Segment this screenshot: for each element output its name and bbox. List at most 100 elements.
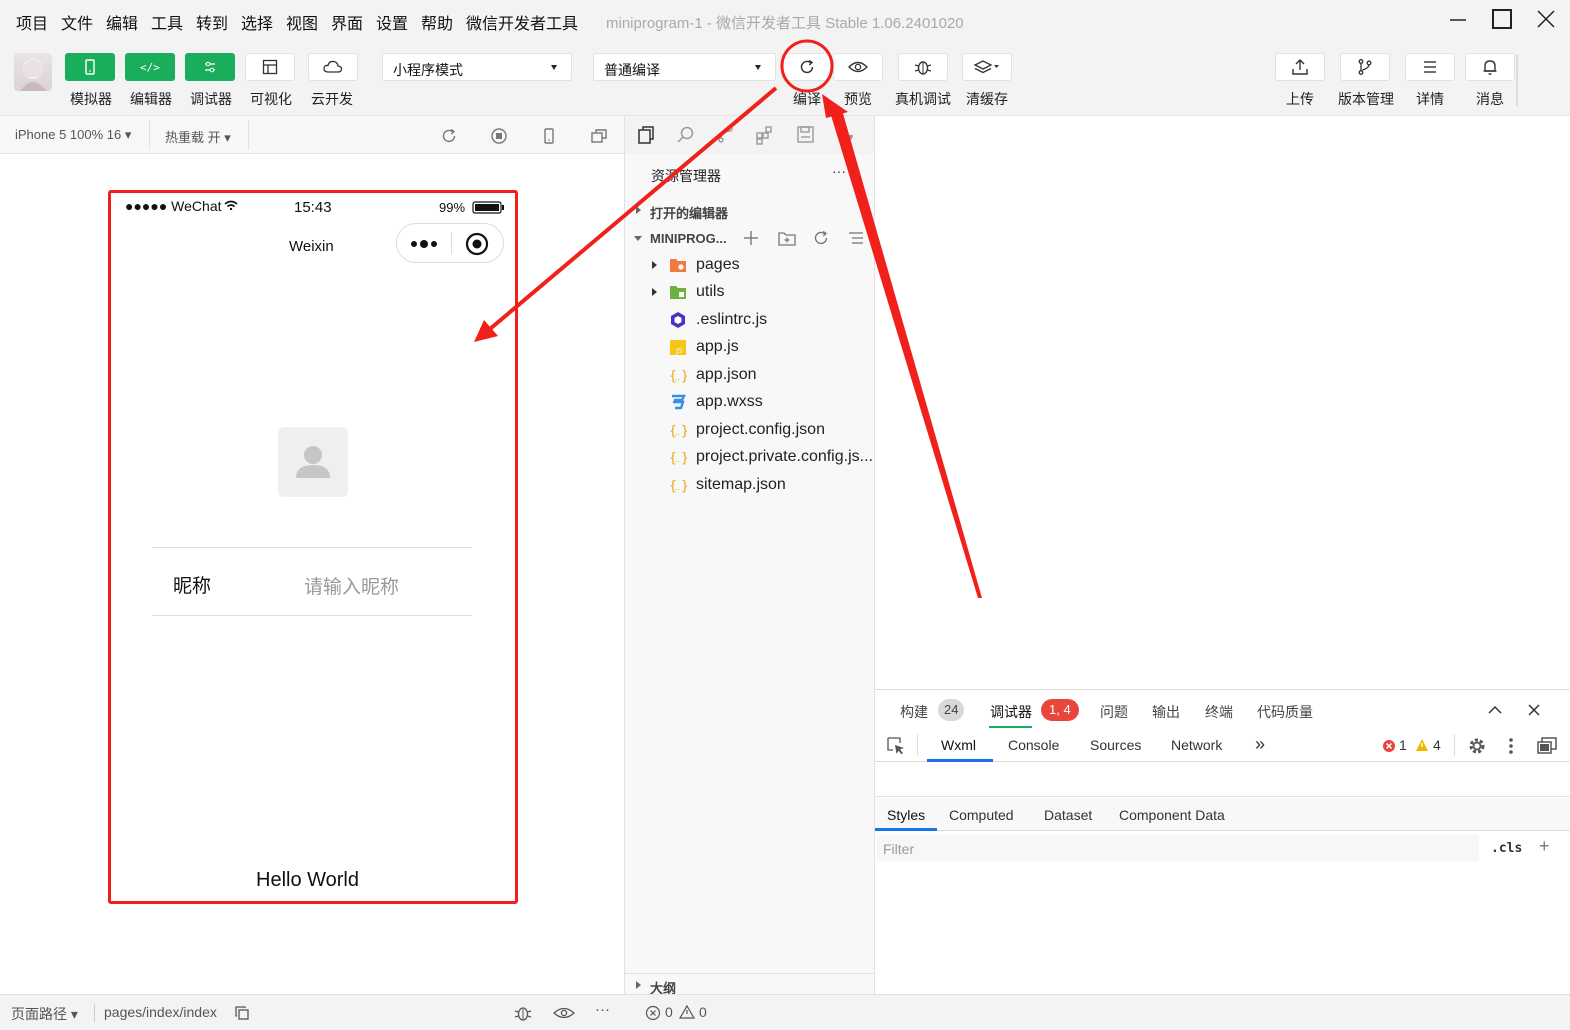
menu-item-tools[interactable]: 工具	[151, 10, 183, 34]
search-icon[interactable]	[676, 125, 696, 145]
phone-icon[interactable]	[540, 127, 558, 145]
file-tree-item-app-js[interactable]: JS app.js	[625, 334, 875, 361]
debugger-button[interactable]	[185, 53, 235, 81]
chevron-up-icon[interactable]	[1487, 703, 1503, 717]
file-tree-item-app-wxss[interactable]: app.wxss	[625, 389, 875, 416]
filter-placeholder: Filter	[883, 841, 915, 857]
outline-section[interactable]: 大纲	[625, 973, 874, 996]
menu-item-select[interactable]: 选择	[241, 10, 273, 34]
tab-console[interactable]: Console	[1008, 737, 1059, 753]
add-style-rule-button[interactable]: +	[1539, 836, 1550, 857]
more-options-button[interactable]: ···	[595, 1001, 610, 1018]
file-tree-item-app-json[interactable]: {}.. app.json	[625, 362, 875, 389]
avatar-placeholder[interactable]	[278, 427, 348, 497]
menu-item-view[interactable]: 视图	[286, 10, 318, 34]
tab-debugger[interactable]: 调试器	[990, 702, 1032, 722]
refresh-icon[interactable]	[440, 127, 458, 145]
tab-network[interactable]: Network	[1171, 737, 1222, 753]
collapse-all-icon[interactable]	[847, 229, 865, 247]
gear-icon[interactable]	[1467, 736, 1487, 756]
file-tree-item-utils[interactable]: utils	[625, 279, 875, 306]
bug-icon[interactable]	[513, 1004, 533, 1022]
compile-mode-select[interactable]: 普通编译	[593, 53, 776, 81]
cloud-button[interactable]	[308, 53, 358, 81]
new-folder-icon[interactable]	[777, 229, 797, 247]
refresh-icon[interactable]	[812, 229, 830, 247]
tab-issues[interactable]: 问题	[1100, 702, 1128, 722]
extensions-icon[interactable]	[755, 125, 775, 145]
tab-styles[interactable]: Styles	[887, 807, 925, 823]
eye-icon[interactable]	[553, 1005, 575, 1021]
copy-icon[interactable]	[234, 1005, 250, 1021]
messages-button[interactable]	[1465, 53, 1515, 81]
error-count[interactable]: 1	[1399, 737, 1407, 753]
tab-wxml[interactable]: Wxml	[941, 737, 976, 753]
tab-build[interactable]: 构建	[900, 702, 928, 722]
tab-computed[interactable]: Computed	[949, 807, 1014, 823]
file-tree-item-project-private-config[interactable]: {}.. project.private.config.js...	[625, 444, 875, 471]
nickname-input[interactable]: 请输入昵称	[304, 572, 399, 599]
tab-dataset[interactable]: Dataset	[1044, 807, 1092, 823]
compile-button[interactable]	[782, 53, 832, 81]
version-management-button[interactable]	[1340, 53, 1390, 81]
capsule-menu[interactable]	[396, 223, 504, 263]
editor-button[interactable]: </>	[125, 53, 175, 81]
menu-item-interface[interactable]: 界面	[331, 10, 363, 34]
more-dots-icon[interactable]	[409, 237, 441, 251]
source-control-icon[interactable]	[716, 125, 736, 145]
details-button[interactable]	[1405, 53, 1455, 81]
menu-item-settings[interactable]: 设置	[376, 10, 408, 34]
status-error-count[interactable]: 0	[665, 1004, 673, 1020]
file-tree-item-eslintrc[interactable]: .eslintrc.js	[625, 307, 875, 334]
clear-cache-button[interactable]	[962, 53, 1012, 81]
kebab-menu-icon[interactable]	[1507, 736, 1515, 756]
close-miniprogram-icon[interactable]	[465, 232, 489, 256]
popout-window-icon[interactable]	[590, 127, 608, 145]
user-icon	[296, 446, 330, 478]
file-tree-item-sitemap[interactable]: {}.. sitemap.json	[625, 472, 875, 499]
new-file-icon[interactable]	[742, 229, 760, 247]
menu-item-wechat-devtools[interactable]: 微信开发者工具	[466, 10, 578, 34]
menu-item-project[interactable]: 项目	[16, 10, 48, 34]
menu-item-help[interactable]: 帮助	[421, 10, 453, 34]
device-select[interactable]: iPhone 5 100% 16 ▾	[15, 127, 131, 143]
docker-icon[interactable]	[835, 125, 857, 145]
save-icon[interactable]	[796, 125, 816, 145]
tab-code-quality[interactable]: 代码质量	[1257, 702, 1313, 722]
file-tree-item-project-config[interactable]: {}.. project.config.json	[625, 417, 875, 444]
preview-button[interactable]	[833, 53, 883, 81]
inspect-element-icon[interactable]	[886, 736, 906, 756]
menu-item-file[interactable]: 文件	[61, 10, 93, 34]
menu-item-goto[interactable]: 转到	[196, 10, 228, 34]
visual-button[interactable]	[245, 53, 295, 81]
menu-bar: 项目 文件 编辑 工具 转到 选择 视图 界面 设置 帮助 微信开发者工具 mi…	[0, 0, 1570, 40]
project-section[interactable]: MINIPROG...	[625, 226, 874, 250]
tab-terminal[interactable]: 终端	[1205, 702, 1233, 722]
filter-input[interactable]: Filter	[877, 835, 1479, 861]
close-icon[interactable]	[1527, 703, 1541, 717]
menu-item-edit[interactable]: 编辑	[106, 10, 138, 34]
explorer-more-button[interactable]: ···	[832, 163, 846, 179]
file-tree-item-pages[interactable]: pages	[625, 252, 875, 279]
remote-debug-button[interactable]	[898, 53, 948, 81]
mode-select[interactable]: 小程序模式	[382, 53, 572, 81]
cls-toggle[interactable]: .cls	[1491, 841, 1522, 856]
simulator-button[interactable]	[65, 53, 115, 81]
close-window-button[interactable]	[1526, 6, 1566, 34]
avatar[interactable]	[14, 53, 52, 91]
status-warning-count[interactable]: 0	[699, 1004, 707, 1020]
files-icon[interactable]	[636, 125, 656, 145]
tab-component-data[interactable]: Component Data	[1119, 807, 1225, 823]
open-editors-section[interactable]: 打开的编辑器	[625, 198, 874, 222]
warning-count[interactable]: 4	[1433, 737, 1441, 753]
minimize-button[interactable]	[1438, 6, 1478, 34]
stop-icon[interactable]	[490, 127, 508, 145]
maximize-button[interactable]	[1482, 6, 1522, 34]
upload-button[interactable]	[1275, 53, 1325, 81]
page-path-select[interactable]: 页面路径 ▾	[11, 1004, 78, 1024]
more-tabs-button[interactable]: »	[1255, 734, 1265, 755]
hot-reload-toggle[interactable]: 热重载 开 ▾	[165, 127, 231, 146]
dock-side-icon[interactable]	[1536, 736, 1558, 756]
tab-sources[interactable]: Sources	[1090, 737, 1141, 753]
tab-output[interactable]: 输出	[1152, 702, 1180, 722]
